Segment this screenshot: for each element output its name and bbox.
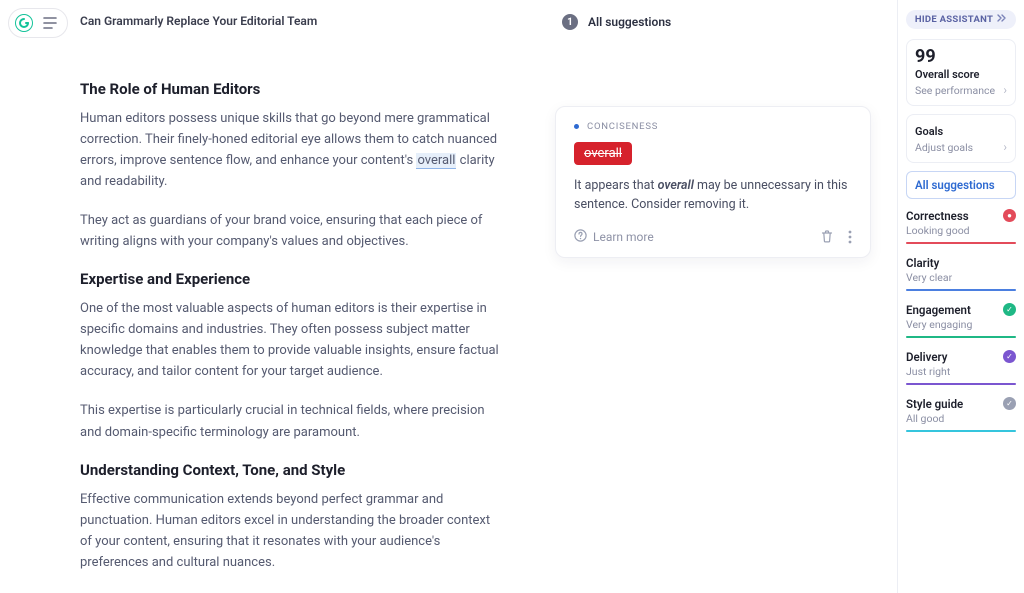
suggestions-count-badge: 1 [562, 14, 578, 30]
metric-name: Style guide [906, 397, 1016, 411]
document-title: Can Grammarly Replace Your Editorial Tea… [80, 14, 317, 28]
chevron-right-icon: › [1003, 83, 1007, 97]
grammarly-logo-icon [15, 14, 33, 32]
metric-delivery[interactable]: ✓DeliveryJust right [906, 350, 1016, 385]
metric-status: Very engaging [906, 318, 1016, 331]
learn-more-link[interactable]: Learn more [574, 229, 654, 245]
status-badge-icon: ● [1003, 209, 1016, 222]
paragraph: Human editors possess unique skills that… [80, 108, 500, 192]
metric-name: Correctness [906, 209, 1016, 223]
chevron-right-double-icon [997, 14, 1007, 25]
goals-card[interactable]: Goals Adjust goals › [906, 114, 1016, 163]
overall-score-label: Overall score [915, 68, 1007, 81]
tab-all-suggestions[interactable]: All suggestions [906, 171, 1016, 199]
remove-word-chip[interactable]: overall [574, 142, 632, 165]
paragraph: One of the most valuable aspects of huma… [80, 298, 500, 382]
paragraph: Effective communication extends beyond p… [80, 489, 500, 573]
suggestions-header-label: All suggestions [588, 15, 671, 29]
chevron-right-icon: › [1003, 140, 1007, 154]
category-dot-icon [574, 124, 579, 129]
metric-correctness[interactable]: ●CorrectnessLooking good [906, 209, 1016, 244]
see-performance-link[interactable]: See performance [915, 84, 995, 97]
editor-content[interactable]: The Role of Human Editors Human editors … [80, 80, 500, 591]
help-icon [574, 229, 587, 245]
heading-role: The Role of Human Editors [80, 80, 500, 98]
metric-status: All good [906, 412, 1016, 425]
overall-score-value: 99 [915, 48, 1007, 66]
suggestion-category: CONCISENESS [574, 121, 852, 132]
status-badge-icon: ✓ [1003, 350, 1016, 363]
metric-status: Just right [906, 365, 1016, 378]
highlighted-word[interactable]: overall [416, 153, 456, 169]
paragraph: This expertise is particularly crucial i… [80, 400, 500, 442]
metric-name: Clarity [906, 256, 1016, 270]
dismiss-suggestion-button[interactable] [820, 229, 834, 244]
trash-icon [820, 229, 834, 244]
metric-name: Engagement [906, 303, 1016, 317]
status-badge-icon: ✓ [1003, 397, 1016, 410]
menu-icon [43, 17, 57, 29]
metric-engagement[interactable]: ✓EngagementVery engaging [906, 303, 1016, 338]
metric-status: Looking good [906, 224, 1016, 237]
suggestion-card[interactable]: CONCISENESS overall It appears that over… [555, 106, 871, 258]
score-card[interactable]: 99 Overall score See performance › [906, 39, 1016, 106]
metric-name: Delivery [906, 350, 1016, 364]
paragraph: They act as guardians of your brand voic… [80, 210, 500, 252]
suggestions-header[interactable]: 1 All suggestions [562, 14, 671, 30]
heading-context: Understanding Context, Tone, and Style [80, 461, 500, 479]
assistant-sidebar: HIDE ASSISTANT 99 Overall score See perf… [897, 0, 1024, 593]
metric-clarity[interactable]: ClarityVery clear [906, 256, 1016, 291]
metric-style-guide[interactable]: ✓Style guideAll good [906, 397, 1016, 432]
goals-label: Goals [915, 125, 1007, 138]
app-menu-pill[interactable] [8, 8, 68, 38]
heading-expertise: Expertise and Experience [80, 270, 500, 288]
suggestion-message: It appears that overall may be unnecessa… [574, 177, 852, 215]
kebab-icon [848, 230, 852, 244]
metric-status: Very clear [906, 271, 1016, 284]
status-badge-icon: ✓ [1003, 303, 1016, 316]
more-options-button[interactable] [848, 230, 852, 244]
adjust-goals-link[interactable]: Adjust goals [915, 141, 973, 154]
hide-assistant-button[interactable]: HIDE ASSISTANT [906, 10, 1016, 29]
